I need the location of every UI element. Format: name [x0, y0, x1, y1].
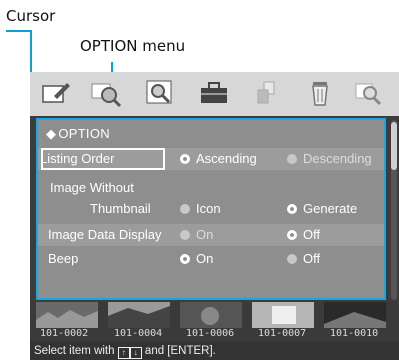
option-ascending-label: Ascending	[196, 151, 257, 166]
option-ascending[interactable]: Ascending	[180, 151, 257, 166]
option-on-label: On	[196, 227, 214, 242]
scrollbar-thumb[interactable]	[391, 122, 397, 170]
thumbnail-image[interactable]	[252, 302, 314, 328]
image-search-icon[interactable]	[144, 78, 176, 108]
camera-screen: ◆ OPTION Listing Order Ascending Descendi…	[30, 72, 399, 360]
radio-unselected-icon	[287, 254, 297, 264]
thumbnail-image[interactable]	[180, 302, 242, 328]
option-menu-callout-label: OPTION menu	[80, 37, 186, 55]
menu-title-text: OPTION	[58, 126, 110, 141]
scrollbar[interactable]	[391, 120, 397, 300]
status-prefix: Select item with	[34, 345, 118, 357]
rotate-search-icon[interactable]	[352, 78, 384, 108]
zoom-search-icon[interactable]	[90, 78, 122, 108]
trash-icon[interactable]	[304, 78, 336, 108]
row-label-beep: Beep	[48, 251, 79, 266]
option-generate[interactable]: Generate	[287, 201, 357, 216]
option-generate-label: Generate	[303, 201, 358, 216]
cursor-selection-box	[41, 148, 165, 170]
row-label-image-without: Image Without	[50, 180, 134, 195]
up-arrow-key-icon: ↑	[117, 347, 130, 359]
option-descending[interactable]: Descending	[287, 151, 372, 166]
thumbnail-label: 101-0006	[186, 328, 235, 339]
option-off-label: Off	[303, 227, 321, 242]
option-beep-off-label: Off	[303, 251, 321, 266]
option-descending-label: Descending	[303, 151, 372, 166]
radio-unselected-icon	[287, 154, 297, 164]
option-menu-panel: ◆ OPTION Listing Order Ascending Descendi…	[36, 118, 386, 300]
option-on[interactable]: On	[180, 227, 213, 242]
radio-unselected-icon	[180, 204, 190, 214]
thumbnail-image[interactable]	[36, 302, 98, 328]
radio-selected-icon	[287, 230, 297, 240]
toolbar	[30, 72, 399, 116]
toolbox-icon[interactable]	[198, 78, 230, 108]
menu-row-beep[interactable]: Beep On Off	[38, 248, 384, 270]
cursor-leader-line-horizontal	[6, 30, 32, 32]
thumbnail-label: 101-0007	[258, 328, 307, 339]
thumbnail-image[interactable]	[108, 302, 170, 328]
radio-unselected-icon	[180, 230, 190, 240]
diamond-icon: ◆	[46, 126, 57, 141]
menu-row-image-without-thumbnail[interactable]: Image Without Thumbnail Icon Generate	[38, 176, 384, 220]
thumbnail-label: 101-0010	[330, 328, 379, 339]
row-label-thumbnail: Thumbnail	[90, 201, 151, 216]
menu-title: ◆ OPTION	[46, 126, 110, 142]
status-bar: Select item with ↑ ↓ and [ENTER].	[30, 342, 399, 360]
option-off[interactable]: Off	[287, 227, 320, 242]
radio-selected-icon	[180, 154, 190, 164]
menu-row-image-data-display[interactable]: Image Data Display On Off	[38, 224, 384, 246]
radio-selected-icon	[180, 254, 190, 264]
option-beep-on[interactable]: On	[180, 251, 213, 266]
cursor-callout-label: Cursor	[6, 7, 56, 25]
pencil-edit-icon[interactable]	[40, 78, 72, 108]
thumbnail-label: 101-0004	[114, 328, 163, 339]
copy-icon[interactable]	[252, 78, 284, 108]
row-label-image-data-display: Image Data Display	[48, 227, 162, 242]
status-suffix: and [ENTER].	[141, 345, 216, 357]
thumbnail-label: 101-0002	[40, 328, 89, 339]
option-beep-off[interactable]: Off	[287, 251, 320, 266]
option-icon-label: Icon	[196, 201, 221, 216]
option-icon[interactable]: Icon	[180, 201, 221, 216]
option-beep-on-label: On	[196, 251, 214, 266]
radio-selected-icon	[287, 204, 297, 214]
down-arrow-key-icon: ↓	[129, 347, 142, 359]
thumbnail-strip: 101-0002 101-0004 101-0006 101-0007 101-…	[30, 302, 399, 342]
thumbnail-image[interactable]	[324, 302, 386, 328]
